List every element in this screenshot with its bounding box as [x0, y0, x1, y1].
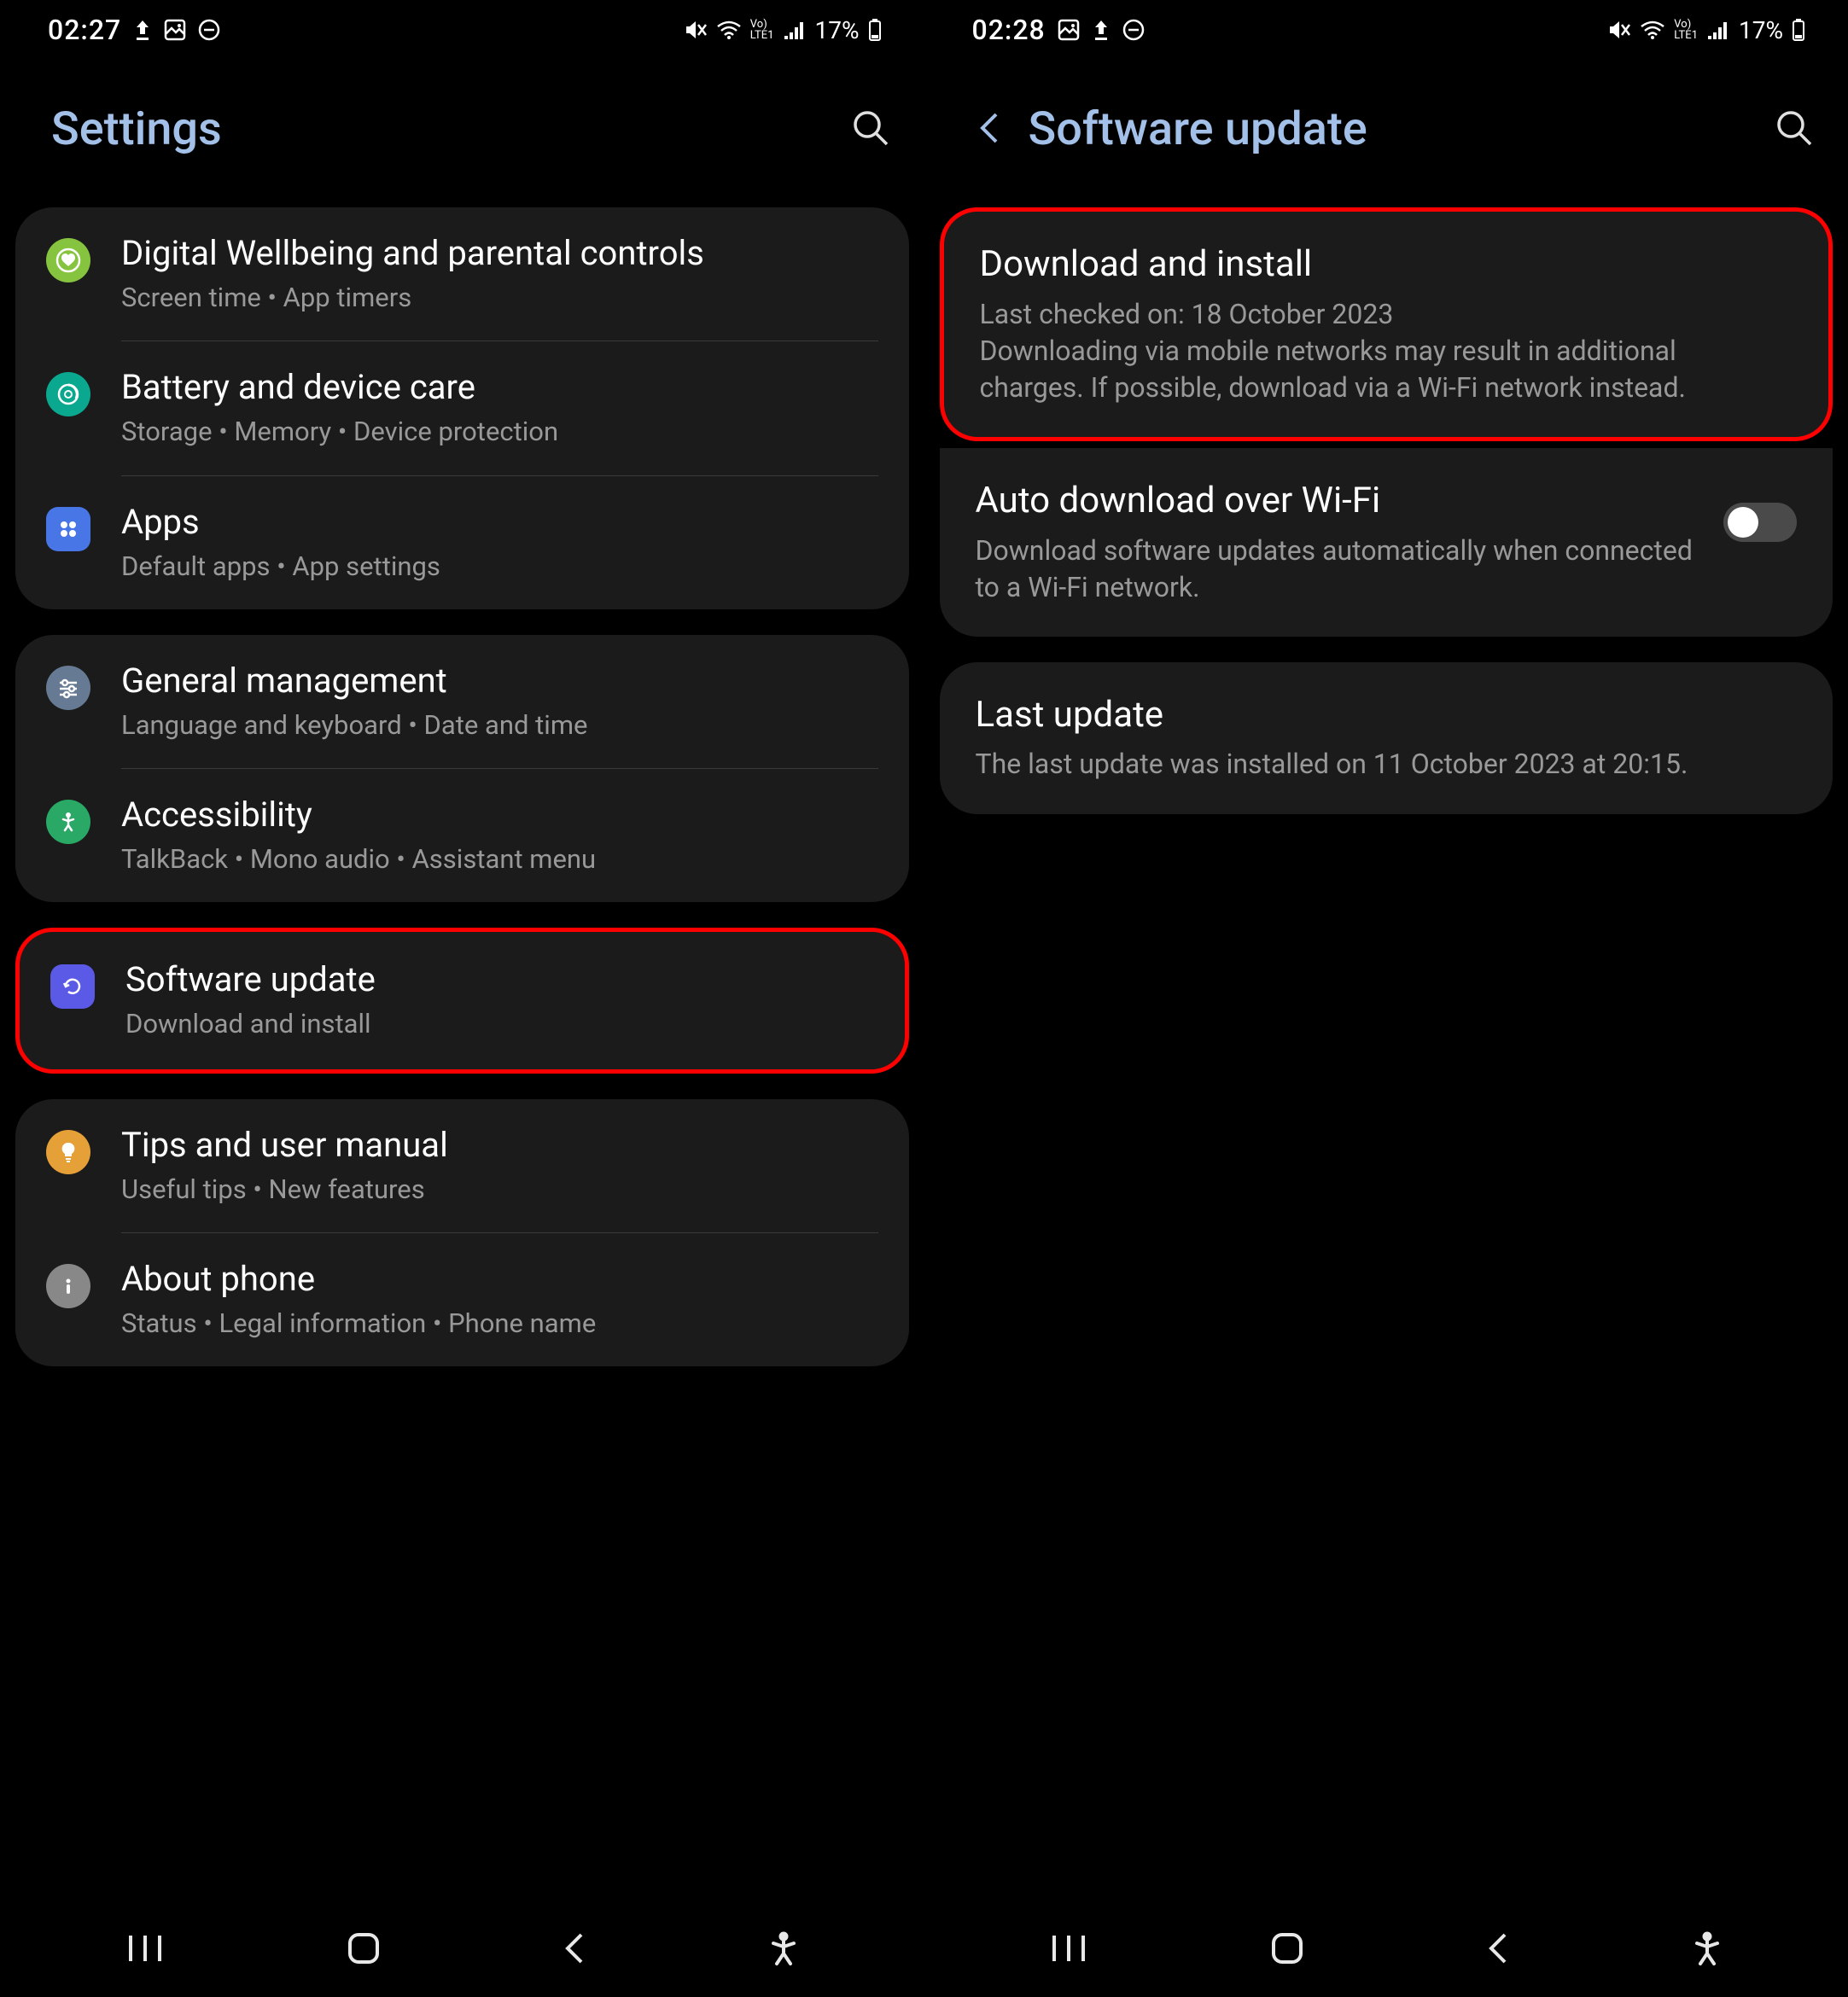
battery-percent: 17%	[1739, 16, 1783, 44]
phone-right: 02:28 Vo)LTE1 17% Software update Downlo…	[924, 0, 1848, 1997]
accessibility-icon	[46, 800, 90, 844]
battery-icon	[868, 18, 882, 42]
download-install-highlighted[interactable]: Download and install Last checked on: 18…	[940, 207, 1833, 441]
settings-item-apps[interactable]: Apps Default apps • App settings	[15, 476, 909, 609]
item-title: General management	[121, 661, 878, 702]
item-subtitle: Storage • Memory • Device protection	[121, 415, 878, 449]
item-subtitle: Status • Legal information • Phone name	[121, 1307, 878, 1341]
status-time: 02:28	[972, 14, 1046, 46]
settings-item-accessibility[interactable]: Accessibility TalkBack • Mono audio • As…	[15, 769, 909, 902]
item-subtitle: Language and keyboard • Date and time	[121, 708, 878, 742]
settings-group: Auto download over Wi-Fi Download softwa…	[940, 448, 1833, 637]
auto-download-toggle[interactable]	[1723, 503, 1797, 542]
settings-list: Digital Wellbeing and parental controls …	[0, 207, 924, 1903]
dnd-icon	[198, 19, 220, 41]
nav-bar	[0, 1903, 924, 1997]
nav-back[interactable]	[544, 1913, 605, 1988]
settings-item-battery[interactable]: Battery and device care Storage • Memory…	[15, 341, 909, 475]
nav-accessibility[interactable]	[1673, 1913, 1741, 1988]
item-subtitle: The last update was installed on 11 Octo…	[976, 746, 1784, 783]
status-bar: 02:27 Vo)LTE1 17%	[0, 0, 924, 60]
signal-icon	[783, 20, 805, 39]
search-button[interactable]	[1775, 108, 1814, 151]
upload-icon	[1092, 19, 1111, 41]
upload-icon	[133, 19, 152, 41]
settings-item-wellbeing[interactable]: Digital Wellbeing and parental controls …	[15, 207, 909, 341]
item-subtitle: Screen time • App timers	[121, 281, 878, 315]
dnd-icon	[1122, 19, 1145, 41]
volte-icon: Vo)LTE1	[1674, 19, 1698, 41]
nav-accessibility[interactable]	[749, 1913, 818, 1988]
item-title: Tips and user manual	[121, 1125, 878, 1166]
battery-percent: 17%	[815, 16, 860, 44]
settings-item-tips[interactable]: Tips and user manual Useful tips • New f…	[15, 1099, 909, 1232]
nav-recents[interactable]	[107, 1914, 184, 1986]
signal-icon	[1706, 20, 1728, 39]
item-title: Download and install	[980, 242, 1780, 288]
status-time: 02:27	[48, 14, 121, 46]
nav-home[interactable]	[1251, 1913, 1323, 1988]
item-title: Software update	[125, 959, 874, 1000]
mute-icon	[684, 19, 708, 41]
status-bar: 02:28 Vo)LTE1 17%	[924, 0, 1848, 60]
update-list: Download and install Last checked on: 18…	[924, 207, 1848, 1903]
mute-icon	[1607, 19, 1631, 41]
item-title: Battery and device care	[121, 367, 878, 408]
item-subtitle: Last checked on: 18 October 2023 Downloa…	[980, 296, 1780, 407]
item-title: Digital Wellbeing and parental controls	[121, 233, 878, 274]
battery-care-icon	[46, 372, 90, 416]
item-subtitle: Default apps • App settings	[121, 550, 878, 584]
item-subtitle: Useful tips • New features	[121, 1173, 878, 1207]
update-icon	[50, 964, 95, 1009]
header: Software update	[924, 60, 1848, 207]
nav-back[interactable]	[1467, 1913, 1529, 1988]
settings-item-software-update-highlighted[interactable]: Software update Download and install	[15, 928, 909, 1073]
item-subtitle: TalkBack • Mono audio • Assistant menu	[121, 842, 878, 876]
nav-home[interactable]	[328, 1913, 399, 1988]
item-title: Apps	[121, 502, 878, 543]
tips-icon	[46, 1130, 90, 1174]
nav-recents[interactable]	[1030, 1914, 1107, 1986]
settings-group: Digital Wellbeing and parental controls …	[15, 207, 909, 609]
item-title: Last update	[976, 693, 1784, 738]
battery-icon	[1792, 18, 1805, 42]
auto-download-item[interactable]: Auto download over Wi-Fi Download softwa…	[940, 448, 1833, 637]
header: Settings	[0, 60, 924, 207]
settings-item-about[interactable]: About phone Status • Legal information •…	[15, 1233, 909, 1366]
phone-left: 02:27 Vo)LTE1 17% Settings Di	[0, 0, 924, 1997]
last-update-item[interactable]: Last update The last update was installe…	[940, 662, 1833, 814]
item-title: Accessibility	[121, 795, 878, 835]
apps-icon	[46, 507, 90, 551]
image-icon	[1058, 19, 1080, 41]
item-subtitle: Download and install	[125, 1007, 874, 1041]
search-button[interactable]	[851, 108, 890, 151]
back-button[interactable]	[976, 109, 1003, 150]
about-icon	[46, 1264, 90, 1308]
settings-item-general[interactable]: General management Language and keyboard…	[15, 635, 909, 768]
image-icon	[164, 19, 186, 41]
wifi-icon	[1640, 20, 1665, 40]
page-title: Settings	[51, 102, 851, 156]
item-title: Auto download over Wi-Fi	[976, 479, 1711, 524]
settings-group: General management Language and keyboard…	[15, 635, 909, 903]
wifi-icon	[716, 20, 742, 40]
volte-icon: Vo)LTE1	[750, 19, 774, 41]
item-subtitle: Download software updates automatically …	[976, 533, 1711, 606]
item-title: About phone	[121, 1259, 878, 1300]
general-icon	[46, 666, 90, 710]
page-title: Software update	[1029, 102, 1775, 156]
settings-group: Last update The last update was installe…	[940, 662, 1833, 814]
wellbeing-icon	[46, 238, 90, 282]
settings-group: Tips and user manual Useful tips • New f…	[15, 1099, 909, 1367]
nav-bar	[924, 1903, 1848, 1997]
